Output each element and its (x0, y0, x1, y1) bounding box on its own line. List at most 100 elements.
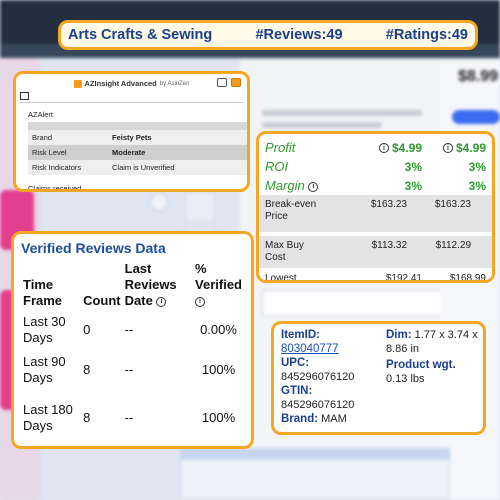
percent-cell: 100% (201, 410, 236, 425)
break-even-label: Break-even Price (265, 199, 317, 222)
info-icon[interactable]: i (156, 296, 167, 307)
dim-label: Dim: (386, 329, 412, 341)
roi-value-1: 3% (404, 159, 422, 174)
margin-value-2: 3% (468, 178, 486, 193)
weight-label: Product wgt. (386, 359, 456, 371)
azinsight-title: AZInsight Advanced (84, 79, 157, 88)
column-header-time-frame: Time Frame (23, 277, 63, 308)
percent-cell: 0.00% (200, 322, 237, 337)
table-row: Risk Level Moderate (28, 145, 247, 160)
product-title-line (262, 110, 422, 116)
brand-value: Feisty Pets (112, 133, 152, 142)
roi-row: ROI 3% 3% (259, 157, 492, 176)
margin-label: Margin (265, 178, 305, 193)
claims-received-label: Claims received (28, 184, 82, 192)
background-price: $8.99 (458, 68, 499, 85)
lowest-value-2: $168.99 (449, 273, 486, 283)
product-dims-column: Dim: 1.77 x 3.74 x 8.86 in Product wgt. … (386, 328, 483, 386)
column-header-count: Count (83, 293, 121, 308)
risk-level-value: Moderate (112, 148, 146, 157)
gtin-value: 845296076120 (281, 399, 355, 411)
info-icon[interactable]: i (378, 143, 389, 154)
last-date-cell: -- (124, 410, 134, 425)
sidebar-toggle-icon[interactable] (20, 92, 29, 100)
roi-label: ROI (265, 159, 289, 174)
verified-reviews-title: Verified Reviews Data (21, 240, 166, 256)
thumbnail[interactable] (185, 192, 215, 222)
lowest-row: Lowest $192.41 $168.99 (259, 268, 492, 283)
profit-panel: Profit i $4.99 i $4.99 ROI 3% 3% Margin i … (256, 131, 495, 283)
brand-label: Brand: (281, 413, 319, 425)
info-icon[interactable]: i (308, 181, 319, 192)
table-row: Last 180 Days 8 -- 100% (21, 390, 244, 446)
risk-level-label: Risk Level (32, 148, 67, 157)
lowest-label: Lowest (265, 273, 297, 283)
azinsight-logo-icon (73, 79, 82, 88)
percent-cell: 100% (201, 362, 236, 377)
lowest-value-1: $192.41 (385, 273, 422, 283)
margin-row: Margin i 3% 3% (259, 176, 492, 195)
azinsight-title-bar: AZInsight Advanced by AsinZen (20, 77, 243, 90)
upc-value: 845296076120 (281, 371, 355, 383)
brand-value: MAM (321, 413, 347, 425)
profit-label: Profit (265, 140, 296, 155)
reviews-count: #Reviews:49 (255, 27, 343, 43)
item-id-label: ItemID: (281, 329, 320, 341)
table-row: Brand Feisty Pets (28, 130, 247, 145)
folder-icon[interactable] (231, 78, 241, 87)
info-icon[interactable]: i (442, 143, 453, 154)
gtin-label: GTIN: (281, 385, 313, 397)
column-header-last-reviews-date: Last Reviews Date i (124, 261, 177, 308)
brand-label: Brand (32, 133, 53, 142)
break-even-value-1: $163.23 (370, 199, 407, 210)
category-header: Arts Crafts & Sewing #Reviews:49 #Rating… (58, 20, 478, 50)
table-row: Last 90 Days 8 -- 100% (21, 350, 244, 390)
risk-indicators-value: Claim is Unverified (112, 163, 175, 172)
last-date-cell: -- (124, 322, 134, 337)
verified-reviews-table: Time Frame Count Last Reviews Date i % V… (21, 260, 244, 446)
azalert-label: AZAlert (28, 110, 54, 119)
verified-reviews-panel: Verified Reviews Data Time Frame Count L… (11, 231, 254, 449)
azalert-table: Brand Feisty Pets Risk Level Moderate Ri… (28, 122, 247, 175)
item-id-link[interactable]: 803040777 (281, 342, 383, 356)
azinsight-by: by AsinZen (159, 80, 190, 87)
azinsight-controls (217, 78, 241, 87)
product-info-panel: ItemID: 803040777 UPC: 845296076120 GTIN… (271, 321, 486, 435)
count-cell: 8 (83, 362, 91, 377)
azinsight-panel: AZInsight Advanced by AsinZen AZAlert Br… (13, 71, 250, 192)
table-header-row: Time Frame Count Last Reviews Date i % V… (21, 260, 244, 310)
upc-label: UPC: (281, 357, 310, 369)
max-buy-cost-row: Max Buy Cost $113.32 $112.29 (259, 236, 492, 268)
add-to-cart-button[interactable] (452, 110, 500, 124)
product-ids-column: ItemID: 803040777 UPC: 845296076120 GTIN… (281, 328, 383, 426)
category-name: Arts Crafts & Sewing (68, 27, 213, 43)
weight-value: 0.13 lbs (386, 373, 425, 385)
time-frame-cell: Last 180 Days (23, 402, 73, 433)
margin-value-1: 3% (404, 178, 422, 193)
profit-value-1: $4.99 (391, 140, 422, 155)
max-buy-cost-label: Max Buy Cost (265, 240, 304, 263)
break-even-value-2: $163.23 (434, 199, 471, 210)
carousel-arrow-icon[interactable] (150, 193, 168, 211)
profit-value-2: $4.99 (455, 140, 486, 155)
last-date-cell: -- (124, 362, 134, 377)
max-buy-cost-value-1: $113.32 (371, 240, 407, 251)
product-title-line (262, 122, 382, 128)
count-cell: 0 (83, 322, 91, 337)
roi-value-2: 3% (468, 159, 486, 174)
seller-card (262, 290, 442, 316)
window-icon[interactable] (217, 78, 227, 87)
break-even-row: Break-even Price $163.23 $163.23 (259, 195, 492, 232)
profit-row: Profit i $4.99 i $4.99 (259, 138, 492, 157)
risk-indicators-label: Risk Indicators (32, 163, 82, 172)
table-row: Last 30 Days 0 -- 0.00% (21, 310, 244, 350)
max-buy-cost-value-2: $112.29 (435, 240, 471, 251)
info-icon[interactable]: i (195, 296, 206, 307)
update-notice-header (180, 448, 450, 460)
time-frame-cell: Last 90 Days (23, 354, 66, 385)
azalert-table-header (28, 122, 247, 130)
table-row: Risk Indicators Claim is Unverified (28, 160, 247, 175)
time-frame-cell: Last 30 Days (23, 314, 66, 345)
count-cell: 8 (83, 410, 91, 425)
column-header-percent-verified: % Verified i (195, 261, 242, 307)
